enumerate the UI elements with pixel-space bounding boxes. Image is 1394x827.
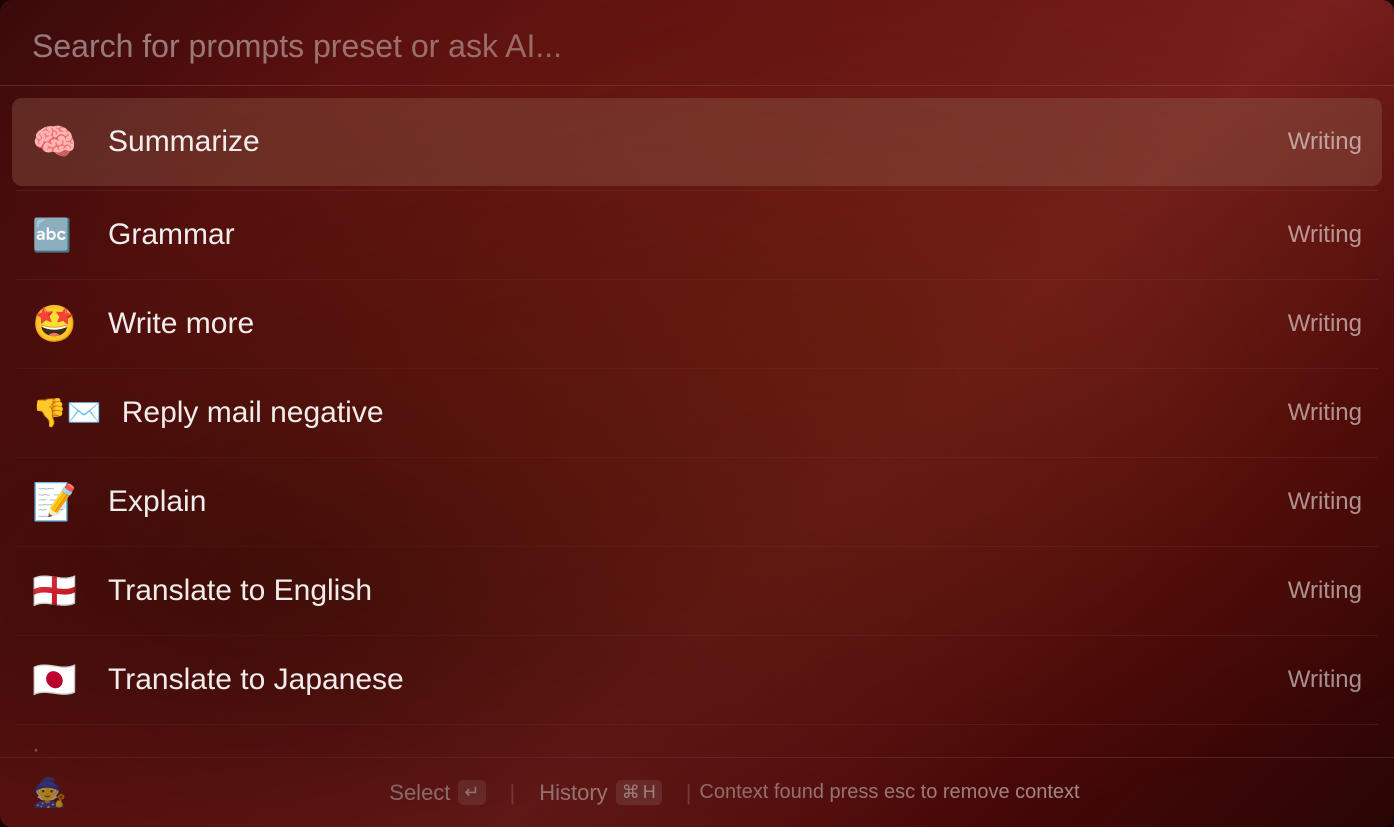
write-more-icon: 🤩	[32, 306, 88, 342]
item-category: Writing	[1288, 221, 1362, 249]
footer: 🧙 Select ↵ | History ⌘ H | Context found…	[0, 757, 1394, 827]
footer-separator-1: |	[502, 780, 524, 806]
list-item[interactable]: 🔤 Grammar Writing	[0, 191, 1394, 279]
context-label: Context found press esc to remove contex…	[699, 781, 1079, 804]
dot-item: ·	[0, 725, 1394, 757]
search-area	[0, 0, 1394, 86]
list-item[interactable]: 🧠 Summarize Writing	[12, 98, 1382, 186]
explain-icon: 📝	[32, 484, 88, 520]
list-item[interactable]: 🇯🇵 Translate to Japanese Writing	[0, 636, 1394, 724]
summarize-icon: 🧠	[32, 124, 88, 160]
footer-separator-2: |	[678, 780, 700, 806]
item-label: Summarize	[108, 125, 1288, 159]
item-category: Writing	[1288, 488, 1362, 516]
footer-actions: Select ↵ | History ⌘ H | Context found p…	[91, 774, 1362, 812]
search-input[interactable]	[32, 28, 1362, 65]
grammar-icon: 🔤	[32, 219, 88, 251]
select-button[interactable]: Select ↵	[373, 774, 501, 812]
list-item[interactable]: 📝 Explain Writing	[0, 458, 1394, 546]
history-button[interactable]: History ⌘ H	[523, 774, 677, 812]
item-label: Grammar	[108, 218, 1288, 252]
select-label: Select	[389, 780, 450, 806]
item-label: Translate to Japanese	[108, 663, 1288, 697]
history-keys: ⌘ H	[616, 780, 662, 805]
history-label: History	[539, 780, 607, 806]
select-key: ↵	[458, 780, 485, 805]
item-category: Writing	[1288, 577, 1362, 605]
item-category: Writing	[1288, 310, 1362, 338]
dot-text: ·	[32, 736, 40, 757]
item-label: Translate to English	[108, 574, 1288, 608]
items-list: 🧠 Summarize Writing 🔤 Grammar Writing 🤩 …	[0, 86, 1394, 757]
list-item[interactable]: 🤩 Write more Writing	[0, 280, 1394, 368]
app-container: 🧠 Summarize Writing 🔤 Grammar Writing 🤩 …	[0, 0, 1394, 827]
item-label: Explain	[108, 485, 1288, 519]
wizard-icon: 🧙	[32, 776, 67, 809]
list-item[interactable]: 🏴󠁧󠁢󠁥󠁮󠁧󠁿 Translate to English Writing	[0, 547, 1394, 635]
translate-english-icon: 🏴󠁧󠁢󠁥󠁮󠁧󠁿	[32, 573, 88, 609]
list-item[interactable]: 👎✉️ Reply mail negative Writing	[0, 369, 1394, 457]
item-label: Reply mail negative	[122, 396, 1288, 430]
item-category: Writing	[1288, 666, 1362, 694]
item-label: Write more	[108, 307, 1288, 341]
item-category: Writing	[1288, 399, 1362, 427]
item-category: Writing	[1288, 128, 1362, 156]
reply-mail-icon: 👎✉️	[32, 399, 102, 427]
translate-japanese-icon: 🇯🇵	[32, 662, 88, 698]
